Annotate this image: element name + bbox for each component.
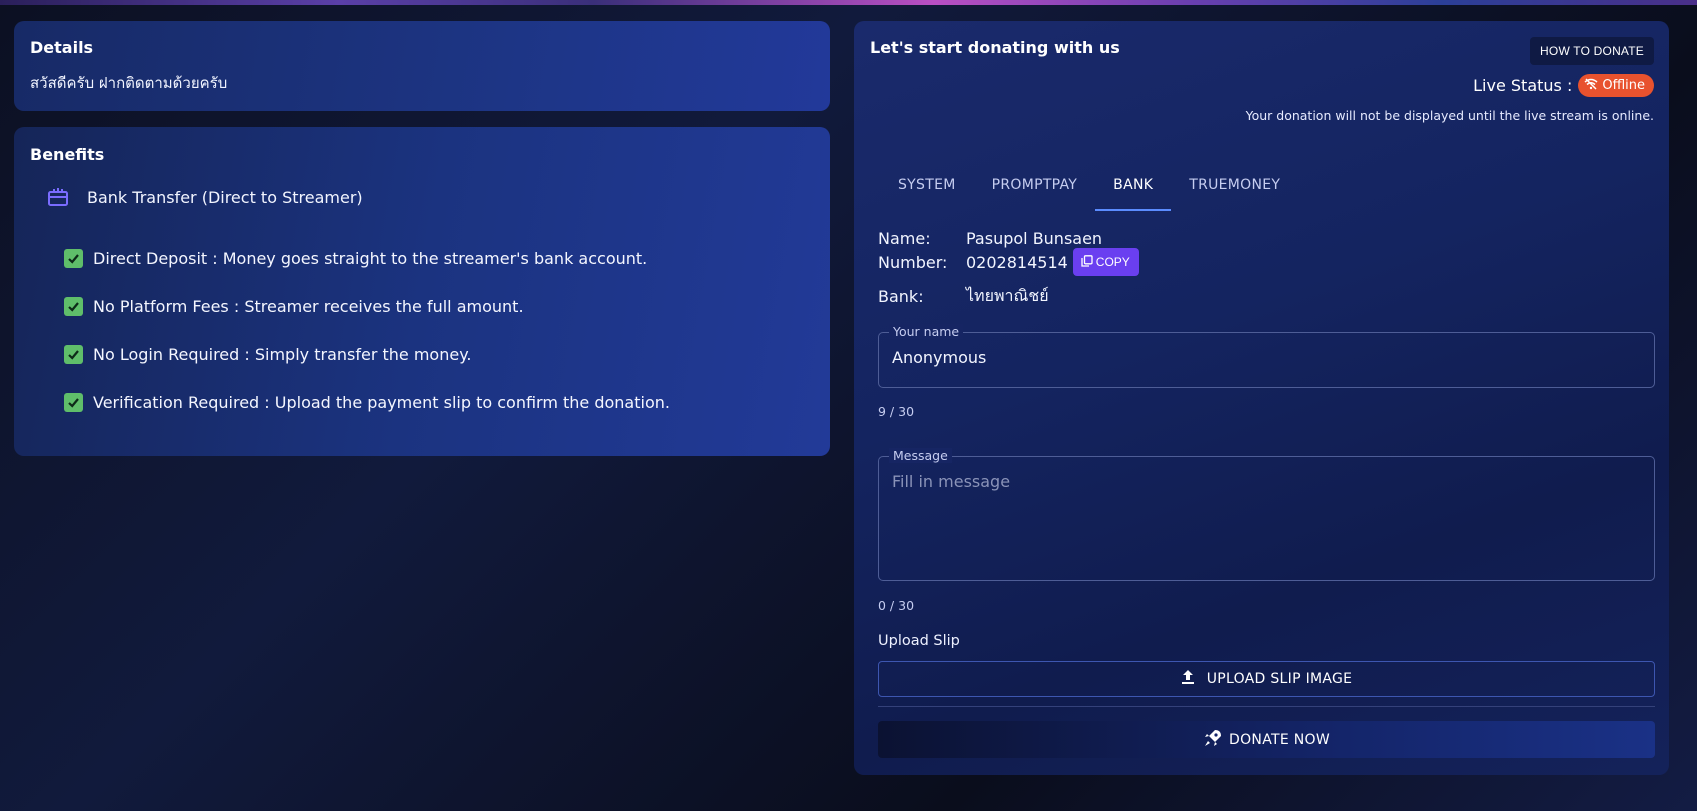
bank-number-row: Number: 0202814514 COPY: [878, 247, 1139, 277]
upload-slip-label: Upload Slip: [878, 633, 960, 649]
bank-name-label: Name:: [878, 228, 931, 248]
name-field-label: Your name: [889, 324, 964, 339]
payment-tabs: SYSTEM PROMPTPAY BANK TRUEMONEY: [880, 159, 1298, 211]
benefit-item-text: Direct Deposit : Money goes straight to …: [93, 248, 648, 268]
benefits-title: Benefits: [30, 145, 105, 164]
details-title: Details: [30, 38, 94, 57]
bank-number-value: 0202814514: [966, 252, 1068, 272]
live-status-note: Your donation will not be displayed unti…: [1245, 108, 1654, 123]
bank-name-value: Pasupol Bunsaen: [966, 228, 1103, 248]
benefit-item: Direct Deposit : Money goes straight to …: [64, 234, 670, 282]
copy-icon: [1081, 254, 1093, 270]
upload-icon: [1181, 669, 1195, 689]
donate-now-label: DONATE NOW: [1229, 731, 1330, 748]
offline-status-badge: Offline: [1578, 74, 1654, 97]
benefit-item-text: Verification Required : Upload the payme…: [93, 392, 670, 412]
tab-bank[interactable]: BANK: [1095, 159, 1172, 211]
donate-now-button[interactable]: DONATE NOW: [878, 721, 1655, 758]
bank-card-icon: [47, 187, 69, 207]
bank-number-label: Number:: [878, 252, 948, 272]
tab-system[interactable]: SYSTEM: [880, 159, 974, 211]
bank-bank-label: Bank:: [878, 286, 924, 306]
offline-status-text: Offline: [1602, 78, 1645, 93]
upload-slip-button[interactable]: UPLOAD SLIP IMAGE: [878, 661, 1655, 697]
top-decorative-banner: [0, 0, 1697, 5]
live-status-label: Live Status :: [1473, 76, 1573, 95]
wifi-off-icon: [1584, 77, 1598, 94]
benefit-method-label: Bank Transfer (Direct to Streamer): [87, 187, 363, 207]
message-field-label: Message: [889, 448, 952, 463]
tab-promptpay[interactable]: PROMPTPAY: [974, 159, 1096, 211]
benefit-item: No Platform Fees : Streamer receives the…: [64, 282, 670, 330]
message-field[interactable]: Message Fill in message: [878, 448, 1655, 581]
benefit-item: Verification Required : Upload the payme…: [64, 378, 670, 426]
checkbox-checked-icon: [64, 248, 83, 268]
name-field-value[interactable]: Anonymous: [892, 348, 986, 367]
rocket-icon: [1203, 728, 1223, 752]
how-to-donate-button[interactable]: HOW TO DONATE: [1530, 37, 1654, 65]
details-card: Details สวัสดีครับ ฝากติดตามด้วยครับ: [14, 21, 830, 111]
copy-button[interactable]: COPY: [1072, 248, 1139, 276]
name-field[interactable]: Your name Anonymous: [878, 324, 1655, 388]
live-status: Live Status : Offline: [1473, 74, 1654, 97]
divider: [878, 706, 1655, 707]
bank-bank-row: Bank: ไทยพาณิชย์: [878, 284, 1049, 308]
name-char-counter: 9 / 30: [878, 404, 915, 419]
upload-slip-button-label: UPLOAD SLIP IMAGE: [1206, 671, 1353, 687]
benefit-list: Direct Deposit : Money goes straight to …: [64, 234, 670, 426]
donation-panel: Let's start donating with us HOW TO DONA…: [854, 21, 1669, 775]
details-text: สวัสดีครับ ฝากติดตามด้วยครับ: [30, 74, 228, 92]
benefit-item: No Login Required : Simply transfer the …: [64, 330, 670, 378]
message-field-placeholder[interactable]: Fill in message: [892, 472, 1010, 491]
benefit-method: Bank Transfer (Direct to Streamer): [47, 187, 363, 207]
benefit-item-text: No Login Required : Simply transfer the …: [93, 344, 472, 364]
bank-bank-value: ไทยพาณิชย์: [966, 285, 1049, 305]
checkbox-checked-icon: [64, 392, 83, 412]
copy-button-label: COPY: [1095, 255, 1130, 269]
message-char-counter: 0 / 30: [878, 598, 915, 613]
checkbox-checked-icon: [64, 296, 83, 316]
tab-truemoney[interactable]: TRUEMONEY: [1171, 159, 1298, 211]
benefit-item-text: No Platform Fees : Streamer receives the…: [93, 296, 524, 316]
donation-panel-title: Let's start donating with us: [870, 38, 1120, 57]
benefits-card: Benefits Bank Transfer (Direct to Stream…: [14, 127, 830, 456]
checkbox-checked-icon: [64, 344, 83, 364]
